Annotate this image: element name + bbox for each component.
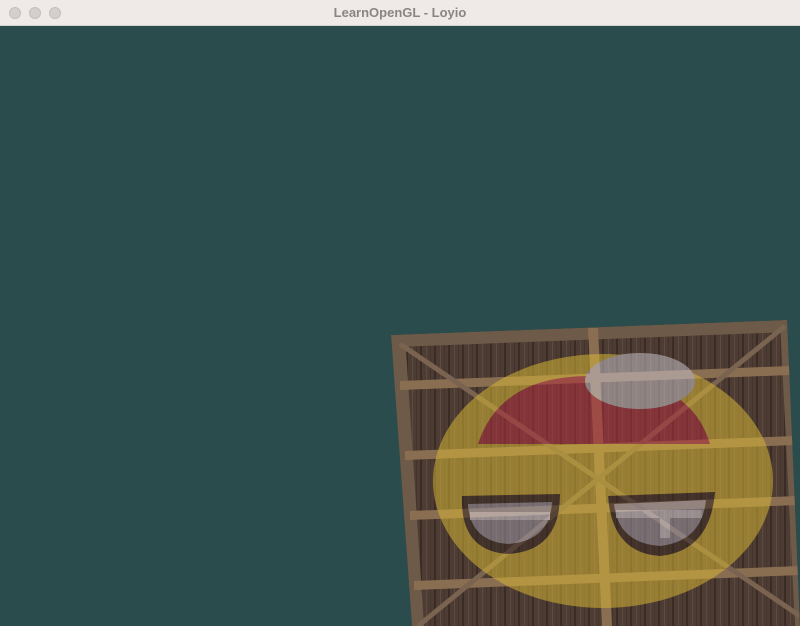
- face-texture-overlay: [433, 353, 773, 608]
- rendered-scene: [391, 320, 800, 626]
- app-window: LearnOpenGL - Loyio: [0, 0, 800, 626]
- window-title: LearnOpenGL - Loyio: [333, 5, 467, 20]
- title-bar[interactable]: LearnOpenGL - Loyio: [0, 0, 800, 26]
- opengl-viewport: [0, 26, 800, 626]
- textured-crate-quad: [391, 320, 800, 626]
